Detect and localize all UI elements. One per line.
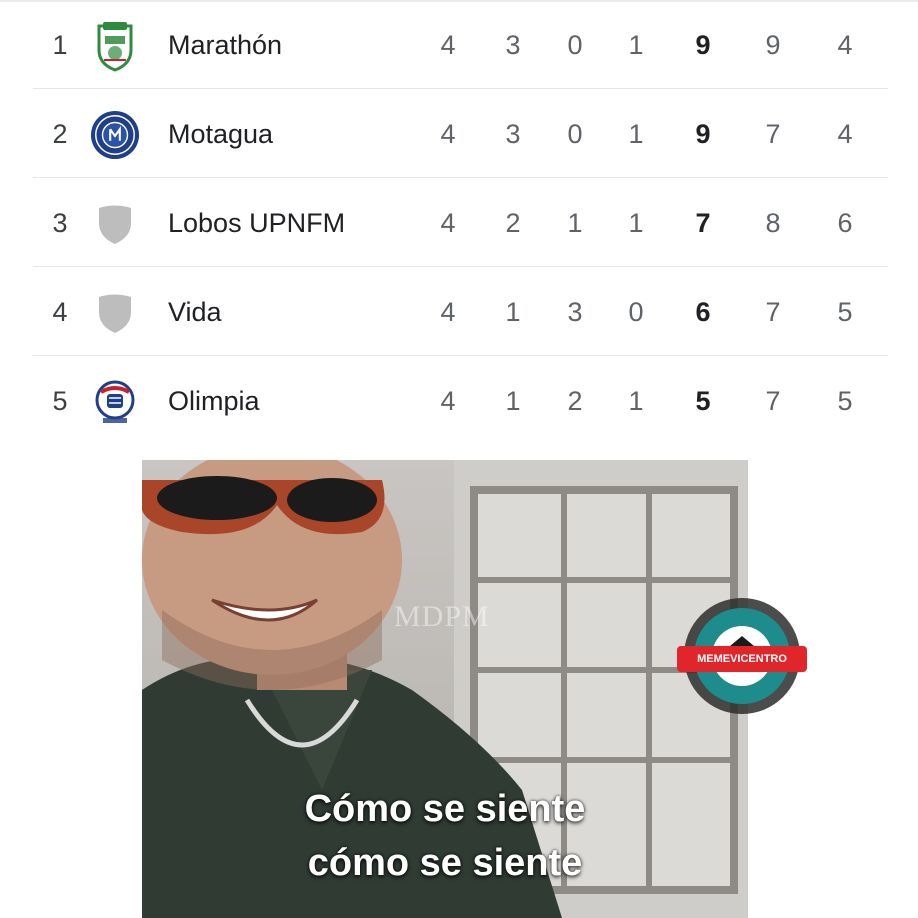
position: 2	[52, 119, 68, 149]
shield-placeholder-icon	[90, 288, 140, 338]
stat-points: 5	[695, 386, 711, 416]
table-row[interactable]: 1 Marathón 4 3 0 1 9 9 4	[0, 1, 918, 89]
row-divider	[33, 88, 888, 89]
team-name: Olimpia	[168, 386, 260, 416]
stat-played: 4	[440, 30, 456, 60]
table-row[interactable]: 4 Vida 4 1 3 0 6 7 5	[0, 268, 918, 356]
stat-points: 9	[695, 30, 711, 60]
stat-won: 3	[505, 30, 521, 60]
stat-played: 4	[440, 297, 456, 327]
team-name: Marathón	[168, 30, 283, 60]
stat-points: 9	[695, 119, 711, 149]
team-name: Motagua	[168, 119, 274, 149]
position: 1	[52, 30, 68, 60]
stat-won: 3	[505, 119, 521, 149]
table-row[interactable]: 5 Olimpia 4 1 2 1 5 7 5	[0, 357, 918, 445]
memevicentro-logo: MEMEVICENTRO	[672, 590, 812, 730]
stat-goals-against: 6	[837, 208, 853, 238]
table-row[interactable]: 3 Lobos UPNFM 4 2 1 1 7 8 6	[0, 179, 918, 267]
stat-lost: 1	[628, 30, 644, 60]
stat-lost: 1	[628, 208, 644, 238]
stat-played: 4	[440, 208, 456, 238]
stat-drawn: 3	[567, 297, 583, 327]
stat-won: 2	[505, 208, 521, 238]
stat-played: 4	[440, 119, 456, 149]
position: 4	[52, 297, 68, 327]
table-row[interactable]: 2 Motagua 4 3 0 1 9 7 4	[0, 90, 918, 178]
stat-drawn: 0	[567, 30, 583, 60]
stat-goals-for: 8	[765, 208, 781, 238]
watermark: MDPM	[394, 600, 490, 633]
stat-goals-against: 5	[837, 386, 853, 416]
stat-points: 7	[695, 208, 711, 238]
olimpia-crest-icon	[90, 377, 140, 427]
stat-drawn: 0	[567, 119, 583, 149]
marathon-crest-icon	[90, 21, 140, 72]
row-divider	[33, 355, 888, 356]
meme-image: MDPM Cómo se siente cómo se siente	[142, 460, 748, 918]
position: 5	[52, 386, 68, 416]
motagua-crest-icon	[90, 110, 140, 160]
stat-goals-for: 9	[765, 30, 781, 60]
logo-text: MEMEVICENTRO	[697, 653, 787, 665]
caption-line-2: cómo se siente	[307, 842, 583, 884]
stat-goals-for: 7	[765, 297, 781, 327]
stat-goals-for: 7	[765, 119, 781, 149]
shield-placeholder-icon	[90, 199, 140, 249]
stat-lost: 1	[628, 119, 644, 149]
stat-lost: 0	[628, 297, 644, 327]
team-name: Vida	[168, 297, 222, 327]
stat-goals-for: 7	[765, 386, 781, 416]
stat-goals-against: 5	[837, 297, 853, 327]
position: 3	[52, 208, 68, 238]
stat-goals-against: 4	[837, 30, 853, 60]
stat-lost: 1	[628, 386, 644, 416]
stat-won: 1	[505, 386, 521, 416]
stat-goals-against: 4	[837, 119, 853, 149]
stat-drawn: 2	[567, 386, 583, 416]
row-divider	[33, 177, 888, 178]
row-divider	[33, 266, 888, 267]
stat-played: 4	[440, 386, 456, 416]
team-name: Lobos UPNFM	[168, 208, 346, 238]
stat-won: 1	[505, 297, 521, 327]
stat-points: 6	[695, 297, 711, 327]
caption-line-1: Cómo se siente	[304, 788, 586, 830]
standings-table: 1 Marathón 4 3 0 1 9 9 4 2 Motagua 4 3 0…	[0, 0, 918, 445]
stat-drawn: 1	[567, 208, 583, 238]
